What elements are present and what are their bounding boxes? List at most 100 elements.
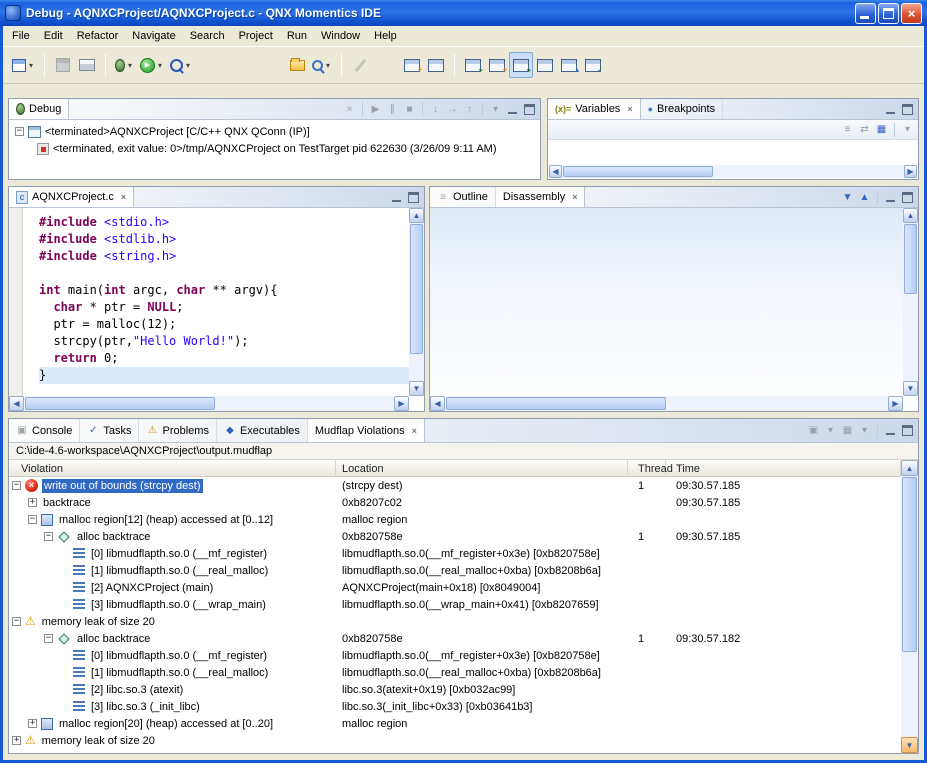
variables-content[interactable]: ◀ ▶	[548, 140, 918, 179]
menu-refactor[interactable]: Refactor	[70, 27, 126, 45]
print-button[interactable]	[75, 52, 99, 78]
violation-row[interactable]: [2] libc.so.3 (atexit)libc.so.3(atexit+0…	[9, 681, 901, 698]
violation-label[interactable]: malloc region[20] (heap) accessed at [0.…	[57, 717, 275, 731]
violation-row[interactable]: −⚠memory leak of size 20	[9, 613, 901, 630]
view-menu-icon[interactable]: ▾	[900, 122, 915, 137]
maximize-view-button[interactable]	[900, 424, 915, 437]
chevron-down-icon[interactable]: ▾	[823, 423, 838, 438]
violation-label[interactable]: malloc region[12] (heap) accessed at [0.…	[57, 513, 275, 527]
violation-label[interactable]: [3] libmudflapth.so.0 (__wrap_main)	[89, 598, 268, 612]
debug-perspective-button[interactable]: ▸	[509, 52, 533, 78]
debug-launch-row[interactable]: − <terminated>AQNXCProject [C/C++ QNX QC…	[9, 123, 540, 140]
maximize-button[interactable]	[878, 3, 899, 24]
expand-icon[interactable]: +	[28, 719, 37, 728]
display-console-icon[interactable]: ▣	[806, 423, 821, 438]
maximize-view-button[interactable]	[900, 191, 915, 204]
code-line[interactable]: char * ptr = NULL;	[39, 299, 409, 316]
minimize-view-button[interactable]	[505, 103, 520, 116]
minimize-view-button[interactable]	[883, 103, 898, 116]
tab-mudflap-violations[interactable]: Mudflap Violations ×	[308, 419, 425, 442]
violation-row[interactable]: −alloc backtrace0xb820758e109:30.57.182	[9, 630, 901, 647]
menu-navigate[interactable]: Navigate	[125, 27, 182, 45]
scrollbar-thumb[interactable]	[563, 166, 713, 177]
new-button[interactable]: ▾	[9, 52, 38, 78]
violation-label[interactable]: [0] libmudflapth.so.0 (__mf_register)	[89, 547, 269, 561]
maximize-view-button[interactable]	[522, 103, 537, 116]
violation-row[interactable]: [3] libc.so.3 (_init_libc)libc.so.3(_ini…	[9, 698, 901, 715]
violation-label[interactable]: [0] libmudflapth.so.0 (__mf_register)	[89, 649, 269, 663]
menu-search[interactable]: Search	[183, 27, 232, 45]
code-line[interactable]: #include <string.h>	[39, 248, 409, 265]
open-console-icon[interactable]: ▦	[840, 423, 855, 438]
code-line[interactable]: }	[39, 367, 409, 384]
violation-label[interactable]: [1] libmudflapth.so.0 (__real_malloc)	[89, 666, 270, 680]
scrollbar-thumb[interactable]	[904, 224, 917, 294]
maximize-view-button[interactable]	[406, 191, 421, 204]
chevron-down-icon[interactable]: ▾	[184, 61, 192, 70]
step-into-icon[interactable]: ↓	[428, 102, 443, 117]
close-icon[interactable]: ×	[627, 104, 632, 114]
violation-row[interactable]: − malloc region[12] (heap) accessed at [0…	[9, 511, 901, 528]
violation-row[interactable]: [0] libmudflapth.so.0 (__mf_register)lib…	[9, 647, 901, 664]
show-logical-structure-icon[interactable]: ⇄	[857, 122, 872, 137]
up-arrow-icon[interactable]: ▲	[409, 208, 424, 223]
tab-debug[interactable]: Debug	[9, 99, 69, 119]
tab-outline[interactable]: ≡ Outline	[430, 187, 496, 207]
view-menu-icon[interactable]: ▾	[488, 102, 503, 117]
view-shortcut-button[interactable]: ▴	[557, 52, 581, 78]
left-arrow-icon[interactable]: ◀	[549, 165, 562, 178]
chevron-down-icon[interactable]: ▾	[857, 423, 872, 438]
open-element-button[interactable]	[285, 52, 309, 78]
new-view-shortcut-button[interactable]: +	[400, 52, 424, 78]
save-button[interactable]	[51, 52, 75, 78]
chevron-down-icon[interactable]: ▾	[27, 61, 35, 70]
tab-problems[interactable]: ⚠ Problems	[139, 419, 216, 442]
violation-row[interactable]: [0] libmudflapth.so.0 (__mf_register)lib…	[9, 545, 901, 562]
step-over-icon[interactable]: →	[445, 102, 460, 117]
chevron-down-icon[interactable]: ▾	[156, 61, 164, 70]
run-button[interactable]: ▶▾	[137, 52, 167, 78]
view-shortcut-button[interactable]	[424, 52, 448, 78]
violation-row[interactable]: [3] libmudflapth.so.0 (__wrap_main)libmu…	[9, 596, 901, 613]
remove-terminated-icon[interactable]: ×	[342, 102, 357, 117]
violation-row[interactable]: +⚠memory leak of size 20	[9, 732, 901, 749]
menu-file[interactable]: File	[5, 27, 37, 45]
vertical-scrollbar[interactable]: ▲ ▼	[903, 208, 918, 396]
view-shortcut-button[interactable]: ✓	[581, 52, 605, 78]
code-line[interactable]	[39, 265, 409, 282]
collapse-icon[interactable]: −	[12, 617, 21, 626]
debug-process-row[interactable]: <terminated, exit value: 0>/tmp/AQNXCPro…	[9, 140, 540, 157]
scrollbar-thumb[interactable]	[446, 397, 666, 410]
vertical-scrollbar[interactable]: ▲ ▼	[409, 208, 424, 396]
code-line[interactable]: int main(int argc, char ** argv){	[39, 282, 409, 299]
left-arrow-icon[interactable]: ◀	[430, 396, 445, 411]
menu-help[interactable]: Help	[367, 27, 404, 45]
minimize-view-button[interactable]	[883, 424, 898, 437]
view-shortcut-button[interactable]: ▸	[461, 52, 485, 78]
right-arrow-icon[interactable]: ▶	[888, 396, 903, 411]
minimize-button[interactable]	[855, 3, 876, 24]
minimize-view-button[interactable]	[389, 191, 404, 204]
violation-label[interactable]: [1] libmudflapth.so.0 (__real_malloc)	[89, 564, 270, 578]
collapse-icon[interactable]: −	[28, 515, 37, 524]
scroll-up-icon[interactable]: ▲	[857, 190, 872, 205]
minimize-view-button[interactable]	[883, 191, 898, 204]
violation-label[interactable]: memory leak of size 20	[40, 734, 157, 748]
right-arrow-icon[interactable]: ▶	[904, 165, 917, 178]
tab-breakpoints[interactable]: ● Breakpoints	[641, 99, 724, 119]
horizontal-scrollbar[interactable]: ◀ ▶	[430, 396, 903, 411]
collapse-icon[interactable]: −	[44, 532, 53, 541]
violation-row[interactable]: [1] libmudflapth.so.0 (__real_malloc)lib…	[9, 562, 901, 579]
violation-label[interactable]: backtrace	[41, 496, 93, 510]
violation-label[interactable]: write out of bounds (strcpy dest)	[42, 479, 203, 493]
step-return-icon[interactable]: ↑	[462, 102, 477, 117]
right-arrow-icon[interactable]: ▶	[394, 396, 409, 411]
violation-label[interactable]: alloc backtrace	[75, 530, 152, 544]
vertical-scrollbar[interactable]: ▲ ▼	[901, 460, 918, 753]
violation-row[interactable]: +backtrace0xb8207c0209:30.57.185	[9, 494, 901, 511]
down-arrow-icon[interactable]: ▼	[409, 381, 424, 396]
tab-editor-aqnxcproject[interactable]: c AQNXCProject.c ×	[9, 187, 134, 207]
violation-label[interactable]: alloc backtrace	[75, 632, 152, 646]
column-header-thread[interactable]: Thread	[628, 460, 666, 477]
violation-label[interactable]: memory leak of size 20	[40, 615, 157, 629]
